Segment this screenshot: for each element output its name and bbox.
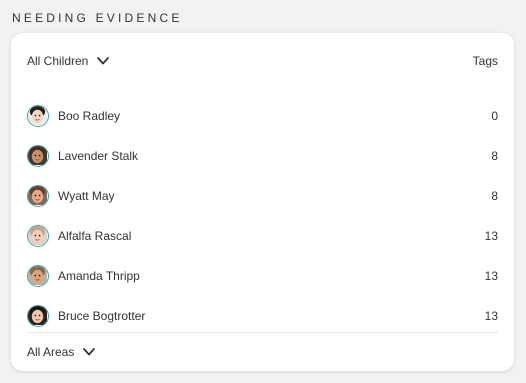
divider xyxy=(27,332,498,333)
tag-count: 0 xyxy=(491,109,498,123)
avatar xyxy=(27,225,49,247)
children-filter-dropdown[interactable]: All Children xyxy=(27,54,110,68)
areas-filter-label: All Areas xyxy=(27,345,75,359)
child-name: Bruce Bogtrotter xyxy=(58,309,146,323)
tag-count: 13 xyxy=(484,269,498,283)
tags-column-header: Tags xyxy=(472,54,498,68)
chevron-down-icon xyxy=(97,57,110,65)
avatar xyxy=(27,145,49,167)
tag-count: 8 xyxy=(491,189,498,203)
chevron-down-icon xyxy=(83,348,96,356)
needing-evidence-card: All Children Tags Boo Radley 0 Lavender St… xyxy=(11,33,514,371)
child-name: Amanda Thripp xyxy=(58,269,140,283)
list-item[interactable]: Bruce Bogtrotter 13 xyxy=(27,296,498,336)
children-filter-label: All Children xyxy=(27,54,89,68)
child-name: Wyatt May xyxy=(58,189,115,203)
list-item[interactable]: Amanda Thripp 13 xyxy=(27,256,498,296)
list-item[interactable]: Wyatt May 8 xyxy=(27,176,498,216)
child-name: Lavender Stalk xyxy=(58,149,139,163)
children-list: Boo Radley 0 Lavender Stalk 8 Wyatt May 8 Alfa… xyxy=(27,96,498,336)
card-footer: All Areas xyxy=(27,342,96,362)
child-info: Bruce Bogtrotter xyxy=(27,305,145,327)
avatar xyxy=(27,265,49,287)
child-info: Lavender Stalk xyxy=(27,145,138,167)
tag-count: 13 xyxy=(484,309,498,323)
list-item[interactable]: Lavender Stalk 8 xyxy=(27,136,498,176)
child-info: Alfalfa Rascal xyxy=(27,225,131,247)
child-info: Boo Radley xyxy=(27,105,120,127)
avatar xyxy=(27,105,49,127)
avatar xyxy=(27,305,49,327)
child-name: Alfalfa Rascal xyxy=(58,229,132,243)
section-title: NEEDING EVIDENCE xyxy=(12,11,183,25)
tag-count: 8 xyxy=(491,149,498,163)
avatar xyxy=(27,185,49,207)
areas-filter-dropdown[interactable]: All Areas xyxy=(27,345,96,359)
child-name: Boo Radley xyxy=(58,109,121,123)
child-info: Amanda Thripp xyxy=(27,265,140,287)
tag-count: 13 xyxy=(484,229,498,243)
list-item[interactable]: Alfalfa Rascal 13 xyxy=(27,216,498,256)
list-item[interactable]: Boo Radley 0 xyxy=(27,96,498,136)
card-header: All Children Tags xyxy=(27,51,498,71)
child-info: Wyatt May xyxy=(27,185,115,207)
